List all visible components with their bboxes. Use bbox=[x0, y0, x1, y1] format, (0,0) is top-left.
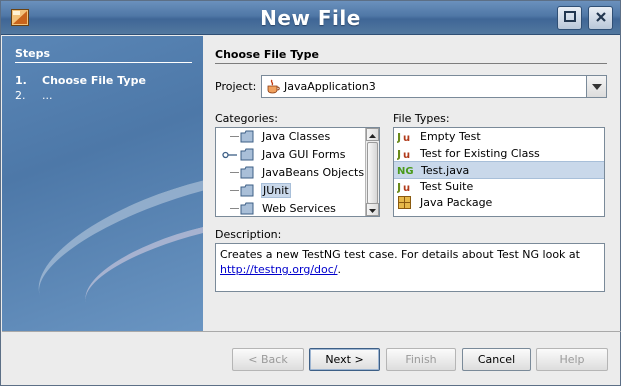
category-label: Java Classes bbox=[262, 130, 331, 143]
category-label: Java GUI Forms bbox=[262, 148, 346, 161]
step-label: Choose File Type bbox=[42, 74, 146, 87]
file-type-item-java-package[interactable]: Java Package bbox=[394, 194, 604, 212]
description-tail: . bbox=[337, 263, 342, 276]
next-button[interactable]: Next > bbox=[309, 348, 380, 371]
project-value: JavaApplication3 bbox=[284, 80, 376, 93]
testng-docs-link[interactable]: http://testng.org/doc/ bbox=[220, 263, 338, 276]
svg-text:NG: NG bbox=[397, 166, 414, 176]
file-type-item-empty-test[interactable]: Ju Empty Test bbox=[394, 128, 604, 146]
file-types-list[interactable]: Ju Empty Test Ju Test for Existing Class… bbox=[393, 127, 605, 217]
scroll-up-button[interactable] bbox=[366, 128, 379, 141]
categories-label: Categories: bbox=[215, 112, 278, 125]
scroll-thumb[interactable] bbox=[367, 142, 378, 204]
tree-connector bbox=[230, 172, 239, 173]
step-item-2: 2.... bbox=[15, 89, 53, 102]
project-combobox[interactable]: JavaApplication3 bbox=[261, 75, 607, 98]
tree-connector bbox=[230, 208, 239, 209]
tree-connector bbox=[230, 136, 239, 137]
svg-text:u: u bbox=[403, 150, 410, 160]
maximize-button[interactable] bbox=[557, 6, 582, 30]
package-icon bbox=[398, 196, 411, 212]
close-button[interactable] bbox=[588, 6, 613, 30]
description-text: Creates a new TestNG test case. For deta… bbox=[220, 248, 580, 261]
category-label: JavaBeans Objects bbox=[262, 166, 365, 179]
finish-button[interactable]: Finish bbox=[386, 348, 456, 371]
categories-scrollbar[interactable] bbox=[365, 128, 379, 216]
file-type-label: Empty Test bbox=[420, 130, 481, 143]
category-label: JUnit bbox=[261, 183, 291, 198]
java-project-icon bbox=[266, 79, 280, 97]
chevron-up-icon bbox=[369, 128, 376, 141]
close-icon bbox=[595, 11, 607, 26]
svg-text:J: J bbox=[397, 148, 401, 160]
category-label: Web Services bbox=[262, 202, 336, 215]
steps-divider bbox=[15, 62, 192, 63]
folder-icon bbox=[240, 184, 254, 200]
svg-text:u: u bbox=[403, 133, 410, 143]
folder-icon bbox=[240, 202, 254, 216]
category-item-junit[interactable]: JUnit bbox=[216, 182, 379, 200]
category-item-java-gui-forms[interactable]: Java GUI Forms bbox=[216, 146, 379, 164]
file-type-label: Test Suite bbox=[420, 180, 474, 193]
junit-icon: Ju bbox=[396, 130, 413, 146]
steps-panel: Steps 1. Choose File Type 2.... bbox=[2, 36, 203, 331]
back-button[interactable]: < Back bbox=[232, 348, 304, 371]
cancel-button[interactable]: Cancel bbox=[462, 348, 531, 371]
window-title: New File bbox=[260, 6, 361, 30]
svg-text:J: J bbox=[397, 131, 401, 143]
testng-icon: NG bbox=[397, 163, 414, 179]
file-type-label: Java Package bbox=[420, 196, 493, 209]
svg-text:J: J bbox=[397, 181, 401, 193]
category-item-javabeans-objects[interactable]: JavaBeans Objects bbox=[216, 164, 379, 182]
file-types-label: File Types: bbox=[393, 112, 450, 125]
step-label: ... bbox=[42, 89, 53, 102]
tree-connector bbox=[230, 190, 239, 191]
description-box: Creates a new TestNG test case. For deta… bbox=[215, 243, 605, 292]
categories-list[interactable]: Java Classes Java GUI Forms JavaBeans Ob… bbox=[215, 127, 380, 217]
chevron-down-icon[interactable] bbox=[586, 76, 606, 97]
steps-heading: Steps bbox=[15, 47, 51, 60]
step-number: 1. bbox=[15, 74, 27, 87]
svg-text:u: u bbox=[403, 183, 410, 193]
step-item-1: 1. Choose File Type bbox=[15, 74, 146, 87]
chevron-down-icon bbox=[369, 203, 376, 216]
file-type-label: Test.java bbox=[421, 164, 470, 177]
help-button[interactable]: Help bbox=[536, 348, 608, 371]
scroll-down-button[interactable] bbox=[366, 203, 379, 216]
category-item-web-services[interactable]: Web Services bbox=[216, 200, 379, 216]
section-title: Choose File Type bbox=[215, 48, 319, 61]
title-bar[interactable]: New File bbox=[1, 1, 620, 35]
file-type-item-test-java[interactable]: NG Test.java bbox=[394, 161, 604, 179]
folder-icon bbox=[240, 130, 254, 146]
expand-key-icon[interactable] bbox=[222, 150, 238, 163]
category-item-java-classes[interactable]: Java Classes bbox=[216, 128, 379, 146]
project-label: Project: bbox=[215, 80, 257, 93]
step-number: 2. bbox=[15, 89, 26, 102]
folder-icon bbox=[240, 148, 254, 164]
file-type-label: Test for Existing Class bbox=[420, 147, 540, 160]
section-divider bbox=[215, 63, 607, 64]
description-label: Description: bbox=[215, 228, 282, 241]
folder-icon bbox=[240, 166, 254, 182]
main-panel: Choose File Type Project: JavaApplicatio… bbox=[203, 36, 620, 331]
new-file-dialog: New File Steps 1. Choose File Type 2.... … bbox=[0, 0, 621, 386]
button-bar-divider bbox=[2, 331, 621, 332]
maximize-icon bbox=[563, 11, 576, 25]
